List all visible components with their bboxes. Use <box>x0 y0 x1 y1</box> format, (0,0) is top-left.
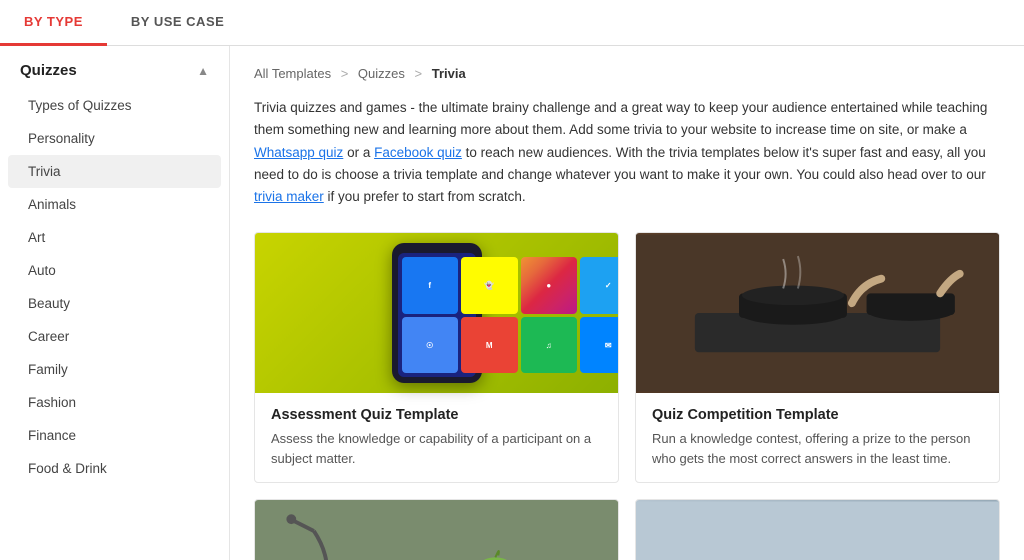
sidebar-item-beauty[interactable]: Beauty <box>8 287 221 320</box>
sidebar-item-fashion[interactable]: Fashion <box>8 386 221 419</box>
breadcrumb-all-templates[interactable]: All Templates <box>254 66 331 81</box>
main-layout: Quizzes ▲ Types of Quizzes Personality T… <box>0 46 1024 560</box>
card-image-phone: f 👻 ● ✓ ☉ M ♫ ✉ <box>255 233 618 393</box>
sidebar-item-family[interactable]: Family <box>8 353 221 386</box>
messenger-app-icon: ✉ <box>580 317 619 374</box>
spotify-app-icon: ♫ <box>521 317 578 374</box>
facebook-quiz-link[interactable]: Facebook quiz <box>374 145 462 160</box>
sidebar-item-trivia[interactable]: Trivia <box>8 155 221 188</box>
breadcrumb: All Templates > Quizzes > Trivia <box>254 66 1000 81</box>
card-image-cooking <box>636 233 999 393</box>
card-desc-assessment: Assess the knowledge or capability of a … <box>271 429 602 468</box>
page-description: Trivia quizzes and games - the ultimate … <box>254 97 1000 208</box>
card-body-competition: Quiz Competition Template Run a knowledg… <box>636 393 999 482</box>
sidebar-item-food-drink[interactable]: Food & Drink <box>8 452 221 485</box>
facebook-app-icon: f <box>402 257 459 314</box>
desc-text-after2: if you prefer to start from scratch. <box>324 189 526 204</box>
sidebar: Quizzes ▲ Types of Quizzes Personality T… <box>0 46 230 560</box>
phone-mockup: f 👻 ● ✓ ☉ M ♫ ✉ <box>392 243 482 383</box>
car-svg <box>636 500 999 560</box>
sidebar-item-animals[interactable]: Animals <box>8 188 221 221</box>
top-navigation: BY TYPE BY USE CASE <box>0 0 1024 46</box>
chevron-up-icon: ▲ <box>197 64 209 78</box>
card-image-health <box>255 500 618 560</box>
card-assessment-quiz[interactable]: f 👻 ● ✓ ☉ M ♫ ✉ Assessment Quiz Template <box>254 232 619 483</box>
whatsapp-quiz-link[interactable]: Whatsapp quiz <box>254 145 343 160</box>
sidebar-section-label: Quizzes <box>20 62 77 79</box>
card-grid: f 👻 ● ✓ ☉ M ♫ ✉ Assessment Quiz Template <box>254 232 1000 560</box>
card-image-car <box>636 500 999 560</box>
sidebar-item-types-of-quizzes[interactable]: Types of Quizzes <box>8 89 221 122</box>
card-car-quiz[interactable]: Car Quiz Template Test automotive knowle… <box>635 499 1000 560</box>
content-area: All Templates > Quizzes > Trivia Trivia … <box>230 46 1024 560</box>
sidebar-item-art[interactable]: Art <box>8 221 221 254</box>
sidebar-item-personality[interactable]: Personality <box>8 122 221 155</box>
card-body-assessment: Assessment Quiz Template Assess the know… <box>255 393 618 482</box>
desc-text-middle: or a <box>343 145 374 160</box>
health-svg <box>255 500 618 560</box>
cooking-svg <box>636 233 999 393</box>
breadcrumb-sep-1: > <box>341 66 349 81</box>
tab-by-type[interactable]: BY TYPE <box>0 0 107 46</box>
instagram-app-icon: ● <box>521 257 578 314</box>
trivia-maker-link[interactable]: trivia maker <box>254 189 324 204</box>
desc-text-before: Trivia quizzes and games - the ultimate … <box>254 100 987 137</box>
phone-screen: f 👻 ● ✓ ☉ M ♫ ✉ <box>398 253 476 377</box>
breadcrumb-quizzes[interactable]: Quizzes <box>358 66 405 81</box>
twitter-app-icon: ✓ <box>580 257 619 314</box>
gmail-app-icon: M <box>461 317 518 374</box>
sidebar-item-career[interactable]: Career <box>8 320 221 353</box>
tab-by-use-case[interactable]: BY USE CASE <box>107 0 248 46</box>
sidebar-section-quizzes[interactable]: Quizzes ▲ <box>0 46 229 89</box>
card-quiz-competition[interactable]: Quiz Competition Template Run a knowledg… <box>635 232 1000 483</box>
breadcrumb-current: Trivia <box>432 66 466 81</box>
card-desc-competition: Run a knowledge contest, offering a priz… <box>652 429 983 468</box>
card-title-assessment: Assessment Quiz Template <box>271 407 602 423</box>
sidebar-item-auto[interactable]: Auto <box>8 254 221 287</box>
chrome-app-icon: ☉ <box>402 317 459 374</box>
breadcrumb-sep-2: > <box>415 66 423 81</box>
card-health-quiz[interactable]: Health Quiz Template Test health knowled… <box>254 499 619 560</box>
sidebar-item-finance[interactable]: Finance <box>8 419 221 452</box>
card-title-competition: Quiz Competition Template <box>652 407 983 423</box>
snapchat-app-icon: 👻 <box>461 257 518 314</box>
